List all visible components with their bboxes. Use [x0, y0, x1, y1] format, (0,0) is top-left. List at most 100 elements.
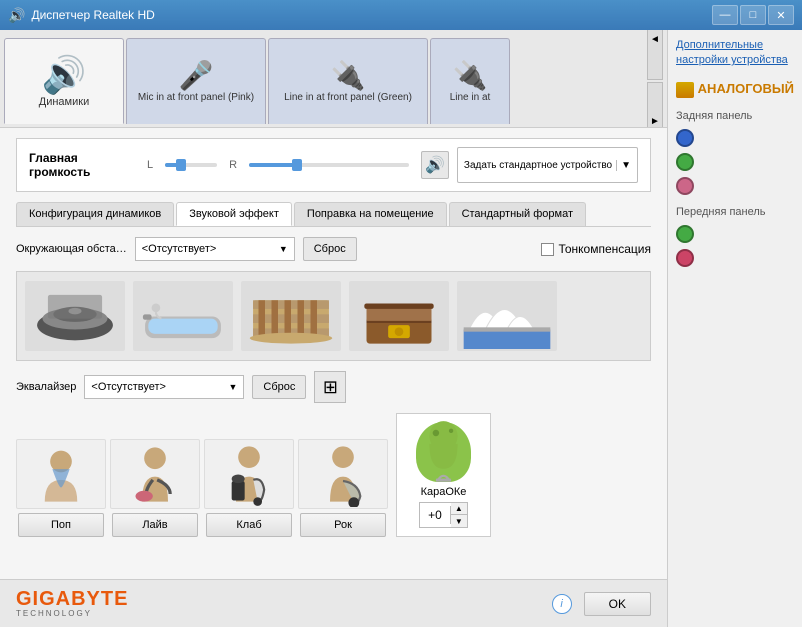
volume-slider-main[interactable]	[249, 163, 409, 167]
volume-l-label: L	[147, 159, 153, 171]
line-front-label: Line in at front panel (Green)	[284, 92, 412, 103]
eq-label: Эквалайзер	[16, 381, 76, 393]
left-panel: 🔊 Динамики 🎤 Mic in at front panel (Pink…	[0, 30, 667, 627]
preset-live-icon	[110, 439, 200, 509]
rear-connector-pink	[676, 177, 794, 195]
preset-club-icon	[204, 439, 294, 509]
tab-scroll-left[interactable]: ◄	[647, 30, 663, 80]
main-content-area: Главная громкость L R 🔊	[0, 128, 667, 579]
line-in-label: Line in at	[450, 92, 491, 103]
env-reset-button[interactable]: Сброс	[303, 237, 357, 261]
volume-slider-left[interactable]	[165, 163, 217, 167]
tone-label: Тонкомпенсация	[558, 242, 651, 256]
equalizer-section: Эквалайзер <Отсутствует> ▼ Сброс ⊞	[16, 371, 651, 403]
preset-club-button[interactable]: Клаб	[206, 513, 292, 537]
tab-config[interactable]: Конфигурация динамиков	[16, 202, 174, 226]
tab-mic-front[interactable]: 🎤 Mic in at front panel (Pink)	[126, 38, 266, 124]
volume-r-label: R	[229, 159, 237, 171]
speakers-icon: 🔊	[42, 54, 87, 96]
tab-sound-effect[interactable]: Звуковой эффект	[176, 202, 292, 226]
volume-mute-button[interactable]: 🔊	[421, 151, 449, 179]
preset-pop: Поп	[16, 439, 106, 537]
preset-pop-button[interactable]: Поп	[18, 513, 104, 537]
rear-pink-connector[interactable]	[676, 177, 694, 195]
additional-settings-link[interactable]: Дополнительные настройки устройства	[676, 38, 794, 69]
volume-section: Главная громкость L R 🔊	[16, 138, 651, 192]
mic-front-label: Mic in at front panel (Pink)	[138, 92, 254, 103]
rear-blue-connector[interactable]	[676, 129, 694, 147]
preset-live: Лайв	[110, 439, 200, 537]
rear-panel-label: Задняя панель	[676, 110, 794, 122]
line-in-icon: 🔌	[453, 59, 488, 92]
tab-scroll-controls: ◄ ►	[647, 30, 663, 128]
info-button[interactable]: i	[552, 594, 572, 614]
inner-tabs-bar: Конфигурация динамиков Звуковой эффект П…	[16, 202, 651, 227]
preset-club: Клаб	[204, 439, 294, 537]
karaoke-spinner[interactable]: +0 ▲ ▼	[419, 502, 468, 528]
gigabyte-logo-area: GIGABYTE TECHNOLOGY	[16, 589, 128, 618]
preset-pop-icon	[16, 439, 106, 509]
presets-karaoke-row: Поп Лайв	[16, 413, 651, 537]
line-front-icon: 🔌	[331, 59, 366, 92]
window-controls: — □ ✕	[712, 5, 794, 25]
rear-connector-green	[676, 153, 794, 171]
karaoke-box: КараОКе +0 ▲ ▼	[396, 413, 491, 537]
eq-select-arrow: ▼	[228, 382, 237, 392]
main-container: 🔊 Динамики 🎤 Mic in at front panel (Pink…	[0, 30, 802, 627]
karaoke-down-button[interactable]: ▼	[451, 515, 467, 527]
volume-speaker-icon: 🔊	[425, 155, 445, 175]
eq-reset-button[interactable]: Сброс	[252, 375, 306, 399]
set-default-button[interactable]: Задать стандартное устройство ▼	[457, 147, 638, 183]
spinner-buttons: ▲ ▼	[451, 503, 467, 527]
scene-chest[interactable]	[349, 281, 449, 351]
env-select-arrow: ▼	[279, 244, 288, 254]
eq-grid-button[interactable]: ⊞	[314, 371, 346, 403]
tone-checkbox[interactable]	[541, 243, 554, 256]
env-select[interactable]: <Отсутствует> ▼	[135, 237, 295, 261]
eq-select[interactable]: <Отсутствует> ▼	[84, 375, 244, 399]
env-select-value: <Отсутствует>	[142, 243, 217, 255]
preset-rock-button[interactable]: Рок	[300, 513, 386, 537]
speakers-tab-label: Динамики	[39, 96, 89, 108]
eq-select-value: <Отсутствует>	[91, 381, 166, 393]
karaoke-icon	[416, 422, 471, 482]
environment-section: Окружающая обста… <Отсутствует> ▼ Сброс …	[16, 237, 651, 261]
tab-room[interactable]: Поправка на помещение	[294, 202, 447, 226]
close-button[interactable]: ✕	[768, 5, 794, 25]
tone-compensation-control[interactable]: Тонкомпенсация	[541, 242, 651, 256]
preset-rock: Рок	[298, 439, 388, 537]
set-default-arrow: ▼	[616, 160, 631, 171]
scene-bath[interactable]	[133, 281, 233, 351]
tab-scroll-right[interactable]: ►	[647, 82, 663, 129]
device-tabs-bar: 🔊 Динамики 🎤 Mic in at front panel (Pink…	[0, 30, 667, 128]
scene-disc[interactable]	[25, 281, 125, 351]
preset-rock-icon	[298, 439, 388, 509]
app-title: Диспетчер Realtek HD	[31, 8, 712, 22]
titlebar: 🔊 Диспетчер Realtek HD — □ ✕	[0, 0, 802, 30]
env-label: Окружающая обста…	[16, 243, 127, 255]
bottom-bar: GIGABYTE TECHNOLOGY i OK	[0, 579, 667, 627]
tab-format[interactable]: Стандартный формат	[449, 202, 586, 226]
tab-line-in[interactable]: 🔌 Line in at	[430, 38, 510, 124]
minimize-button[interactable]: —	[712, 5, 738, 25]
rear-connector-blue	[676, 129, 794, 147]
app-icon: 🔊	[8, 7, 25, 24]
scene-colosseum[interactable]	[241, 281, 341, 351]
environment-scenes	[16, 271, 651, 361]
front-green-connector[interactable]	[676, 225, 694, 243]
rear-green-connector[interactable]	[676, 153, 694, 171]
front-connector-green	[676, 225, 794, 243]
ok-button[interactable]: OK	[584, 592, 651, 616]
analog-icon	[676, 82, 694, 98]
front-pink-connector[interactable]	[676, 249, 694, 267]
tab-speakers[interactable]: 🔊 Динамики	[4, 38, 124, 124]
scene-opera[interactable]	[457, 281, 557, 351]
mic-front-icon: 🎤	[179, 59, 214, 92]
gigabyte-sub: TECHNOLOGY	[16, 609, 128, 618]
maximize-button[interactable]: □	[740, 5, 766, 25]
preset-live-button[interactable]: Лайв	[112, 513, 198, 537]
right-panel: Дополнительные настройки устройства АНАЛ…	[667, 30, 802, 627]
karaoke-up-button[interactable]: ▲	[451, 503, 467, 515]
tab-line-front[interactable]: 🔌 Line in at front panel (Green)	[268, 38, 428, 124]
eq-grid-icon: ⊞	[323, 377, 338, 398]
